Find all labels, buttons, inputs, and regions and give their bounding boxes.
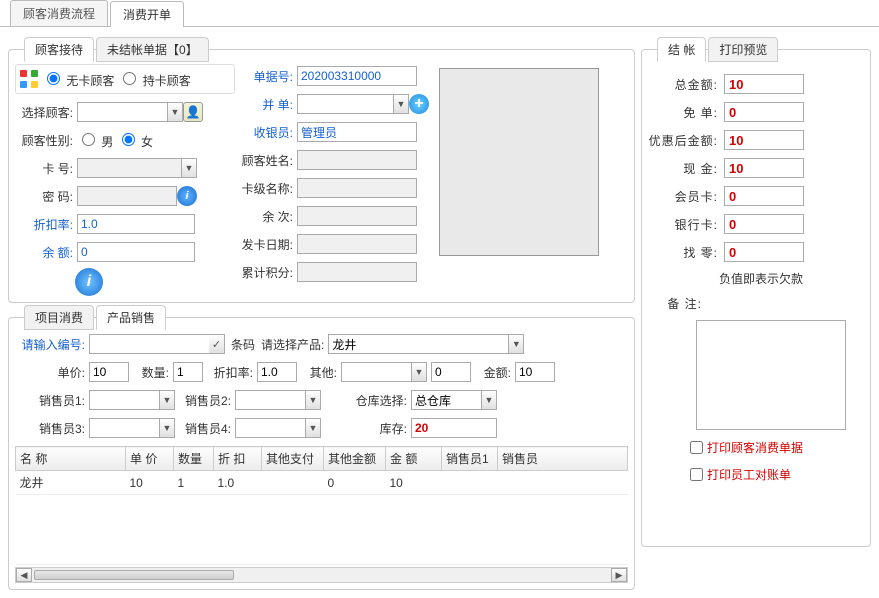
lbl-s2: 销售员2: bbox=[175, 392, 235, 409]
tab-unsettled[interactable]: 未结帐单据【0】 bbox=[96, 37, 209, 62]
lbl-s3: 销售员3: bbox=[15, 420, 89, 437]
tab-bill[interactable]: 消费开单 bbox=[110, 1, 184, 27]
info-icon[interactable]: i bbox=[177, 186, 197, 206]
lbl-select-product: 请选择产品: bbox=[261, 336, 324, 353]
lbl-select-customer: 选择顾客: bbox=[15, 104, 77, 121]
combo-other[interactable]: ▼ bbox=[341, 362, 427, 382]
lbl-s1: 销售员1: bbox=[15, 392, 89, 409]
combo-s2[interactable]: ▼ bbox=[235, 390, 321, 410]
input-free[interactable] bbox=[724, 102, 804, 122]
chk-print-staff[interactable]: 打印员工对账单 bbox=[686, 465, 864, 484]
input-afterdisc[interactable] bbox=[724, 130, 804, 150]
lbl-other: 其他: bbox=[297, 364, 341, 381]
lbl-remark: 备 注: bbox=[648, 295, 708, 312]
lbl-disc2: 折扣率: bbox=[203, 364, 257, 381]
input-bank[interactable] bbox=[724, 214, 804, 234]
lbl-points: 累计积分: bbox=[235, 264, 297, 281]
input-code[interactable]: ✓ bbox=[89, 334, 225, 354]
input-points[interactable] bbox=[297, 262, 417, 282]
input-disc[interactable] bbox=[257, 362, 297, 382]
plus-icon[interactable]: + bbox=[409, 94, 429, 114]
lbl-balance: 余 额: bbox=[15, 244, 77, 261]
remark-box[interactable] bbox=[696, 320, 846, 430]
lbl-cardno: 卡 号: bbox=[15, 160, 77, 177]
horizontal-scrollbar[interactable]: ◀▶ bbox=[15, 567, 628, 583]
input-billno[interactable] bbox=[297, 66, 417, 86]
tab-reception[interactable]: 顾客接待 bbox=[24, 37, 94, 62]
lbl-total: 总金额: bbox=[648, 76, 724, 93]
info-big-icon[interactable]: i bbox=[75, 268, 103, 296]
lbl-billno: 单据号: bbox=[235, 68, 297, 85]
tab-item-consume[interactable]: 项目消费 bbox=[24, 305, 94, 330]
combo-product[interactable]: ▼ bbox=[328, 334, 524, 354]
lbl-cash: 现 金: bbox=[648, 160, 724, 177]
lbl-cardlevel: 卡级名称: bbox=[235, 180, 297, 197]
radio-card[interactable]: 持卡顾客 bbox=[118, 69, 190, 89]
radio-nocard[interactable]: 无卡顾客 bbox=[42, 69, 114, 89]
input-balance[interactable] bbox=[77, 242, 195, 262]
combo-s3[interactable]: ▼ bbox=[89, 418, 175, 438]
lbl-merge: 并 单: bbox=[235, 96, 297, 113]
lbl-gender: 顾客性别: bbox=[15, 132, 77, 149]
tab-settle[interactable]: 结 帐 bbox=[657, 37, 706, 62]
person-icon[interactable]: 👤 bbox=[183, 102, 203, 122]
lbl-code: 请输入编号: bbox=[15, 336, 89, 353]
tab-flow[interactable]: 顾客消费流程 bbox=[10, 0, 108, 26]
input-stock bbox=[411, 418, 497, 438]
input-price[interactable] bbox=[89, 362, 129, 382]
input-discount[interactable] bbox=[77, 214, 195, 234]
input-cashier[interactable] bbox=[297, 122, 417, 142]
lbl-times: 余 次: bbox=[235, 208, 297, 225]
radio-female[interactable]: 女 bbox=[117, 130, 153, 150]
input-qty[interactable] bbox=[173, 362, 203, 382]
combo-cardno[interactable]: ▼ bbox=[77, 158, 197, 178]
input-issuedate[interactable] bbox=[297, 234, 417, 254]
tab-preview[interactable]: 打印预览 bbox=[708, 37, 778, 62]
radio-male[interactable]: 男 bbox=[77, 130, 113, 150]
product-grid: 名 称 单 价 数量 折 扣 其他支付 其他金额 金 额 销售员1 销售员 bbox=[15, 446, 628, 565]
input-amount[interactable] bbox=[515, 362, 555, 382]
input-cardlevel[interactable] bbox=[297, 178, 417, 198]
combo-merge[interactable]: ▼ bbox=[297, 94, 409, 114]
lbl-custname: 顾客姓名: bbox=[235, 152, 297, 169]
combo-wh[interactable]: ▼ bbox=[411, 390, 497, 410]
lbl-wh: 仓库选择: bbox=[321, 392, 411, 409]
input-change[interactable] bbox=[724, 242, 804, 262]
combo-s4[interactable]: ▼ bbox=[235, 418, 321, 438]
photo-placeholder bbox=[439, 68, 599, 256]
lbl-discount: 折扣率: bbox=[15, 216, 77, 233]
chk-print-cust[interactable]: 打印顾客消费单据 bbox=[686, 438, 864, 457]
input-member[interactable] bbox=[724, 186, 804, 206]
lbl-qty: 数量: bbox=[129, 364, 173, 381]
lbl-afterdisc: 优惠后金额: bbox=[648, 132, 724, 149]
neg-note: 负值即表示欠款 bbox=[658, 270, 864, 287]
table-row[interactable]: 龙井101 1.00 10 bbox=[16, 471, 628, 495]
input-times[interactable] bbox=[297, 206, 417, 226]
top-tabs: 顾客消费流程 消费开单 bbox=[0, 0, 879, 27]
lbl-price: 单价: bbox=[15, 364, 89, 381]
tab-product-sale[interactable]: 产品销售 bbox=[96, 305, 166, 330]
combo-s1[interactable]: ▼ bbox=[89, 390, 175, 410]
lbl-change: 找 零: bbox=[648, 244, 724, 261]
input-password[interactable] bbox=[77, 186, 177, 206]
lbl-cashier: 收银员: bbox=[235, 124, 297, 141]
lbl-issuedate: 发卡日期: bbox=[235, 236, 297, 253]
lbl-member: 会员卡: bbox=[648, 188, 724, 205]
lbl-amount: 金额: bbox=[471, 364, 515, 381]
lbl-s4: 销售员4: bbox=[175, 420, 235, 437]
combo-customer[interactable]: ▼ bbox=[77, 102, 183, 122]
lbl-password: 密 码: bbox=[15, 188, 77, 205]
input-otherval[interactable] bbox=[431, 362, 471, 382]
lbl-free: 免 单: bbox=[648, 104, 724, 121]
lbl-barcode: 条码 bbox=[231, 336, 255, 353]
input-cash[interactable] bbox=[724, 158, 804, 178]
lbl-bank: 银行卡: bbox=[648, 216, 724, 233]
lbl-stock: 库存: bbox=[321, 420, 411, 437]
input-custname[interactable] bbox=[297, 150, 417, 170]
logo-icon bbox=[20, 70, 38, 88]
input-total[interactable] bbox=[724, 74, 804, 94]
